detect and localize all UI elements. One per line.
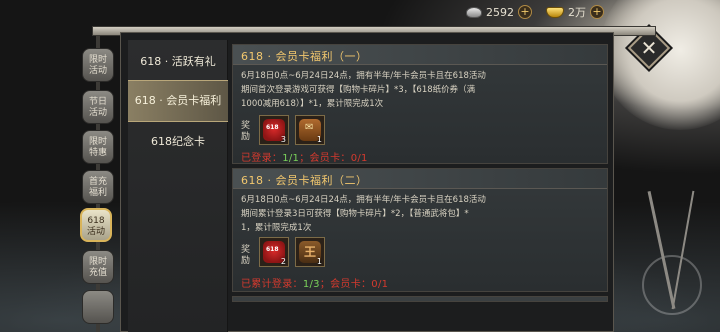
progress-prefix: 已登录：: [241, 153, 283, 164]
description-line: 6月18日0点~6月24日24点，拥有半年/年卡会员卡且在618活动: [241, 195, 486, 205]
progress-value: 1/1: [282, 153, 300, 164]
category-active-gift[interactable]: 618 · 活跃有礼: [128, 42, 228, 82]
tab-event-618[interactable]: 618 活动: [80, 208, 112, 242]
task-title: 618 · 会员卡福利（二）: [241, 174, 368, 187]
task-progress: 已登录：1/1；会员卡：0/1: [241, 149, 368, 164]
tab-event-4[interactable]: 首充 福利: [82, 170, 114, 204]
currency-bar: 2592 + 2万 +: [466, 2, 604, 22]
task-list[interactable]: 618 · 会员卡福利（一） 6月18日0点~6月24日24点，拥有半年/年卡会…: [232, 40, 608, 332]
task-card: 618 · 会员卡福利（一） 6月18日0点~6月24日24点，拥有半年/年卡会…: [232, 44, 608, 164]
task-description: 6月18日0点~6月24日24点，拥有半年/年卡会员卡且在618活动 期间累计登…: [241, 193, 601, 235]
close-icon: ✕: [640, 36, 658, 60]
description-line: 1000减用618）】*1，累计限完成1次: [241, 99, 384, 109]
task-title: 618 · 会员卡福利（一）: [241, 50, 368, 63]
category-member-card-benefit[interactable]: 618 · 会员卡福利: [128, 80, 228, 122]
progress-suffix: ；会员卡：0/1: [299, 153, 368, 164]
tab-label: 首充 福利: [88, 177, 107, 198]
gold-ingot-icon: [546, 6, 564, 18]
silver-currency: 2592 +: [466, 5, 532, 19]
ticket-badge-text: 618: [266, 124, 279, 131]
tab-label: 限时 充值: [88, 257, 107, 278]
task-progress: 已累计登录：1/3；会员卡：0/1: [241, 275, 388, 290]
gold-amount: 2万: [568, 6, 586, 19]
add-silver-button[interactable]: +: [518, 5, 532, 19]
reward-item[interactable]: 618 3: [259, 115, 289, 145]
reward-label: 奖励: [241, 121, 251, 142]
ticket-badge-text: 618: [266, 246, 279, 253]
reward-item[interactable]: 618 2: [259, 237, 289, 267]
reward-count: 2: [280, 257, 286, 266]
add-gold-button[interactable]: +: [590, 5, 604, 19]
description-line: 6月18日0点~6月24日24点，拥有半年/年卡会员卡且在618活动: [241, 71, 486, 81]
description-line: 1，累计限完成1次: [241, 223, 312, 233]
tab-label: 节日 活动: [88, 97, 107, 118]
description-line: 期间首次登录游戏可获得【购物卡碎片】*3，【618纸价券（满: [241, 85, 476, 95]
moon-backdrop: [600, 0, 720, 130]
progress-suffix: ；会员卡：0/1: [319, 279, 389, 290]
progress-value: 1/3: [302, 279, 320, 290]
reward-count: 1: [316, 135, 322, 144]
task-description: 6月18日0点~6月24日24点，拥有半年/年卡会员卡且在618活动 期间首次登…: [241, 69, 601, 111]
category-618-souvenir-card[interactable]: 618纪念卡: [128, 122, 228, 162]
progress-prefix: 已累计登录：: [241, 279, 303, 290]
task-card: 618 · 会员卡福利（二） 6月18日0点~6月24日24点，拥有半年/年卡会…: [232, 168, 608, 292]
tab-label: 618 活动: [86, 216, 105, 237]
task-card-partial: [232, 296, 608, 302]
tab-label: 限时 活动: [88, 55, 107, 76]
gold-currency: 2万 +: [546, 4, 604, 20]
scroll-mark: ✉: [305, 122, 314, 133]
reward-item[interactable]: 王 1: [295, 237, 325, 267]
tab-event-7[interactable]: [82, 290, 114, 324]
reward-item[interactable]: ✉ 1: [295, 115, 325, 145]
tab-event-2[interactable]: 节日 活动: [82, 90, 114, 124]
category-list: 618 · 活跃有礼 618 · 会员卡福利 618纪念卡: [128, 40, 228, 332]
silver-coin-icon: [466, 6, 482, 18]
category-label: 618纪念卡: [151, 135, 205, 148]
token-mark: 王: [304, 245, 317, 259]
tab-event-6[interactable]: 限时 充值: [82, 250, 114, 284]
category-label: 618 · 会员卡福利: [134, 94, 222, 107]
reward-count: 3: [280, 135, 286, 144]
tab-event-1[interactable]: 限时 活动: [82, 48, 114, 82]
game-screen: 2592 + 2万 + ✕ 限时 活动 节日 活动 限时 特惠 首充 福利 61…: [0, 0, 720, 332]
tab-label: 限时 特惠: [88, 137, 107, 158]
silver-amount: 2592: [486, 5, 514, 19]
reward-count: 1: [316, 257, 322, 266]
tab-event-3[interactable]: 限时 特惠: [82, 130, 114, 164]
description-line: 期间累计登录3日可获得【购物卡碎片】*2，【普通武将包】*: [241, 209, 469, 219]
reward-label: 奖励: [241, 245, 251, 266]
category-label: 618 · 活跃有礼: [140, 55, 216, 68]
